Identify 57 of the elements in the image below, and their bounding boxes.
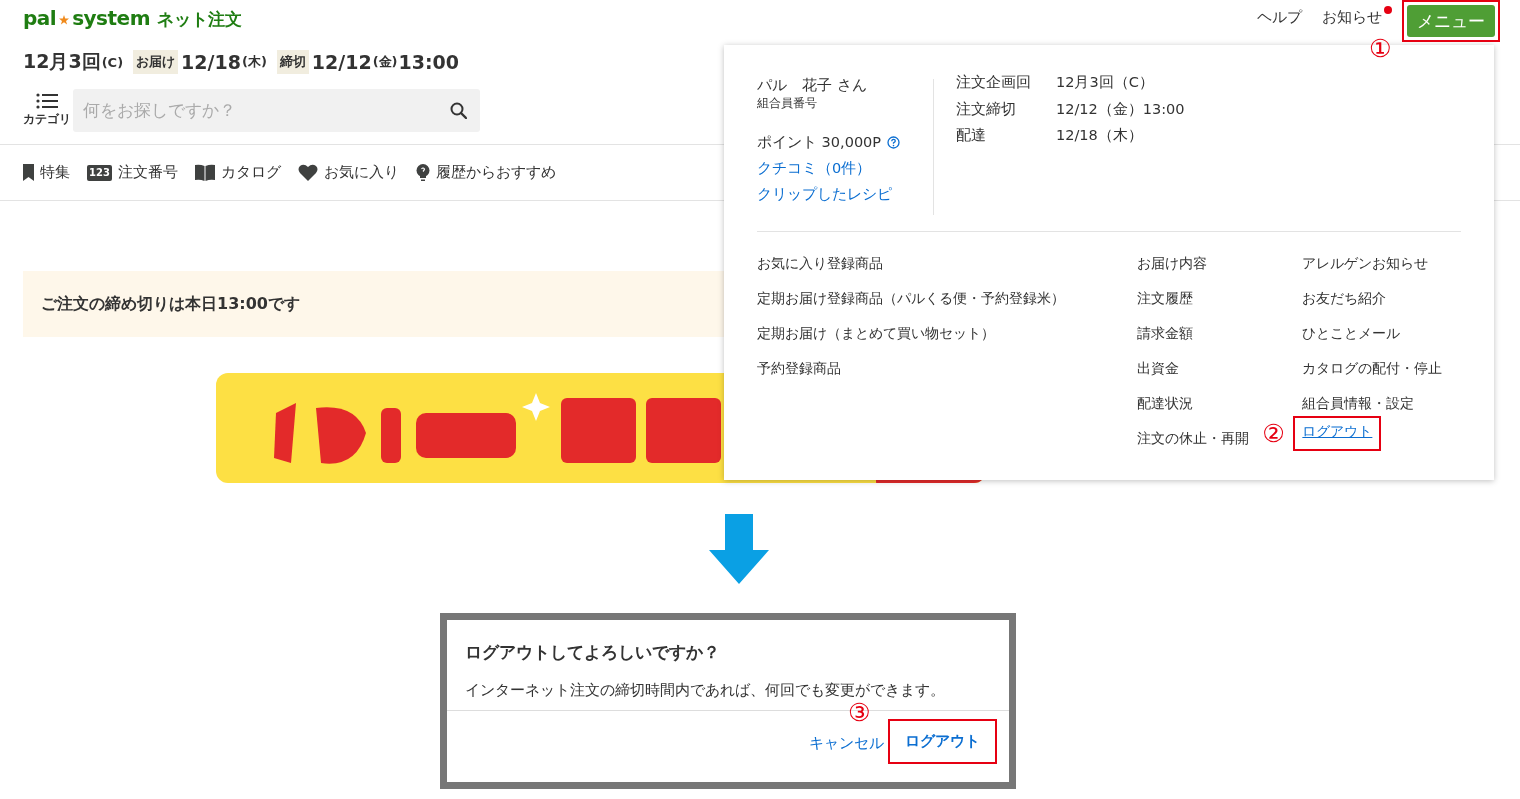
menu-link[interactable]: クリップしたレシピ bbox=[757, 181, 933, 207]
list-icon bbox=[36, 92, 58, 109]
weekday-text: (金) bbox=[372, 53, 398, 71]
menu-link[interactable]: クチコミ（0件） bbox=[757, 155, 933, 181]
step-marker: ② bbox=[1262, 420, 1285, 448]
order-round: 12月3回 bbox=[23, 49, 101, 74]
search-icon bbox=[450, 101, 467, 119]
bookmark-icon bbox=[23, 164, 34, 181]
menu-item[interactable]: 注文の休止・再開 bbox=[1136, 421, 1249, 456]
category-button[interactable]: カテゴリ bbox=[25, 92, 69, 128]
weekday-text: (木) bbox=[241, 53, 267, 71]
points-text: ポイント 30,000P bbox=[757, 133, 882, 152]
date-tag: お届け bbox=[133, 50, 179, 74]
star-icon bbox=[59, 15, 70, 25]
step-marker: ① bbox=[1369, 35, 1392, 63]
header-link[interactable]: お知らせ bbox=[1322, 8, 1382, 27]
date-text: 12/12 bbox=[311, 51, 372, 73]
nav-link[interactable]: 123 注文番号 bbox=[87, 163, 178, 182]
nav-link[interactable]: お気に入り bbox=[298, 163, 399, 182]
step-marker: ③ bbox=[848, 699, 871, 727]
menu-item[interactable]: お友だち紹介 bbox=[1302, 281, 1387, 316]
info-value: 12月3回（C） bbox=[1056, 73, 1155, 92]
logo[interactable]: pal system ネット注文 bbox=[23, 6, 242, 31]
date-tag: 締切 bbox=[276, 50, 309, 74]
info-value: 12/12（金）13:00 bbox=[1056, 99, 1185, 119]
book-icon bbox=[195, 164, 215, 181]
nav-link[interactable]: 特集 bbox=[23, 163, 70, 182]
time-text: 13:00 bbox=[398, 51, 460, 73]
info-label: 配達 bbox=[956, 126, 987, 145]
cancel-button[interactable]: キャンセル bbox=[809, 734, 884, 753]
menu-item[interactable]: 配達状況 bbox=[1136, 386, 1193, 421]
date-text: 12/18 bbox=[181, 51, 241, 73]
number-icon: 123 bbox=[87, 164, 112, 181]
heart-icon bbox=[298, 164, 318, 181]
menu-item[interactable]: 注文履歴 bbox=[1136, 281, 1193, 316]
menu-item[interactable]: 予約登録商品 bbox=[757, 351, 841, 386]
member-number-label: 組合員番号 bbox=[757, 95, 818, 111]
menu-item[interactable]: 組合員情報・設定 bbox=[1302, 386, 1415, 421]
logout-button[interactable]: ログアウト bbox=[893, 724, 992, 759]
menu-item[interactable]: 出資金 bbox=[1136, 351, 1179, 386]
down-arrow bbox=[709, 514, 769, 584]
nav-link[interactable]: 履歴からおすすめ bbox=[416, 163, 556, 182]
lightbulb-icon bbox=[416, 164, 430, 181]
member-name: パル 花子 さん bbox=[757, 75, 868, 95]
logout-link[interactable]: ログアウト bbox=[1302, 419, 1373, 444]
info-value: 12/18（木） bbox=[1056, 126, 1144, 145]
help-icon bbox=[887, 135, 901, 149]
nav-link[interactable]: カタログ bbox=[195, 163, 281, 182]
search-field[interactable]: 何をお探しですか？ bbox=[73, 88, 480, 132]
dialog-message: インターネット注文の締切時間内であれば、何回でも変更ができます。 bbox=[464, 681, 946, 700]
dialog-title: ログアウトしてよろしいですか？ bbox=[464, 641, 721, 664]
round-code: (C) bbox=[101, 54, 124, 70]
menu-item[interactable]: 定期お届け登録商品（パルくる便・予約登録米） bbox=[757, 281, 1065, 316]
menu-item[interactable]: カタログの配付・停止 bbox=[1302, 351, 1443, 386]
header-link[interactable]: ヘルプ bbox=[1257, 8, 1302, 27]
info-label: 注文締切 bbox=[956, 99, 1017, 119]
info-label: 注文企画回 bbox=[956, 73, 1032, 92]
